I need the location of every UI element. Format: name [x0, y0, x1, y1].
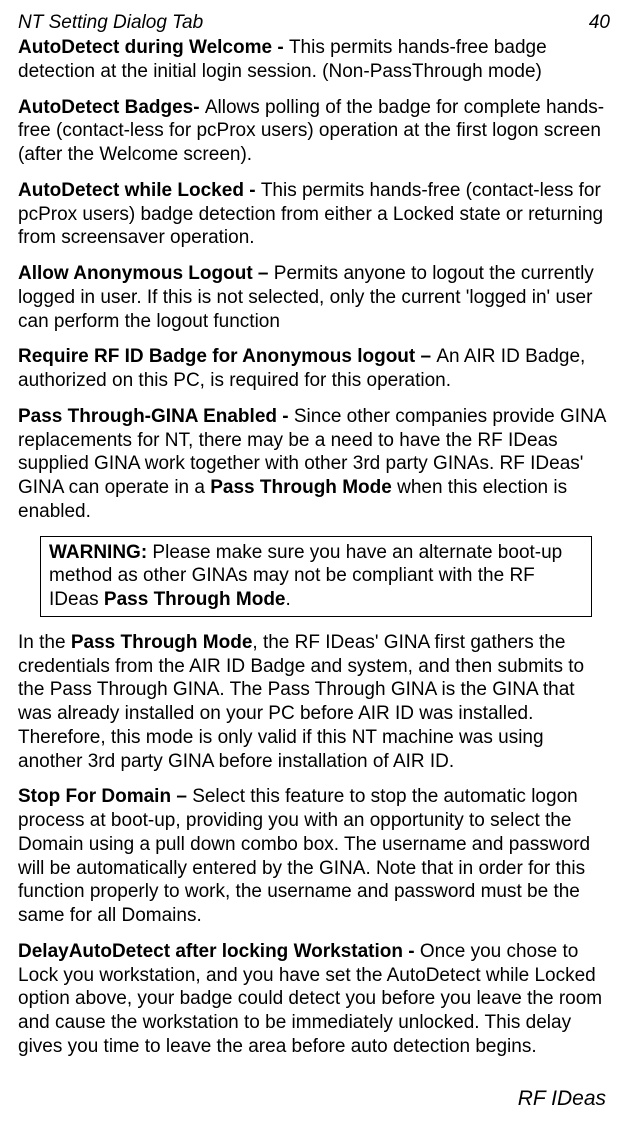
para-pass-through-gina: Pass Through-GINA Enabled - Since other …: [18, 405, 610, 524]
page-header: NT Setting Dialog Tab 40: [18, 12, 610, 34]
para-pass-through-mode-detail: In the Pass Through Mode, the RF IDeas' …: [18, 631, 610, 774]
term-require-rfid-badge: Require RF ID Badge for Anonymous logout…: [18, 346, 436, 367]
term-autodetect-badges: AutoDetect Badges-: [18, 97, 205, 118]
text: .: [286, 589, 291, 610]
term-autodetect-locked: AutoDetect while Locked -: [18, 180, 261, 201]
term-allow-anonymous-logout: Allow Anonymous Logout –: [18, 263, 274, 284]
term-pass-through-mode: Pass Through Mode: [210, 477, 392, 498]
para-allow-anonymous-logout: Allow Anonymous Logout – Permits anyone …: [18, 262, 610, 333]
warning-box: WARNING: Please make sure you have an al…: [40, 536, 592, 617]
footer-brand: RF IDeas: [518, 1087, 606, 1110]
para-autodetect-locked: AutoDetect while Locked - This permits h…: [18, 179, 610, 250]
term-autodetect-welcome: AutoDetect during Welcome -: [18, 37, 289, 58]
term-pass-through-mode: Pass Through Mode: [104, 589, 286, 610]
para-require-rfid-badge: Require RF ID Badge for Anonymous logout…: [18, 345, 610, 393]
term-pass-through-gina: Pass Through-GINA Enabled -: [18, 406, 294, 427]
term-stop-for-domain: Stop For Domain –: [18, 786, 192, 807]
page-footer: RF IDeas: [18, 1087, 610, 1111]
page-number: 40: [589, 12, 610, 34]
para-autodetect-welcome: AutoDetect during Welcome - This permits…: [18, 36, 610, 84]
para-delay-autodetect: DelayAutoDetect after locking Workstatio…: [18, 940, 610, 1059]
warning-label: WARNING:: [49, 542, 147, 563]
section-title: NT Setting Dialog Tab: [18, 12, 203, 34]
term-delay-autodetect: DelayAutoDetect after locking Workstatio…: [18, 941, 420, 962]
text: In the: [18, 632, 71, 653]
document-page: NT Setting Dialog Tab 40 AutoDetect duri…: [0, 0, 628, 1129]
para-autodetect-badges: AutoDetect Badges- Allows polling of the…: [18, 96, 610, 167]
para-stop-for-domain: Stop For Domain – Select this feature to…: [18, 785, 610, 928]
term-pass-through-mode: Pass Through Mode: [71, 632, 253, 653]
